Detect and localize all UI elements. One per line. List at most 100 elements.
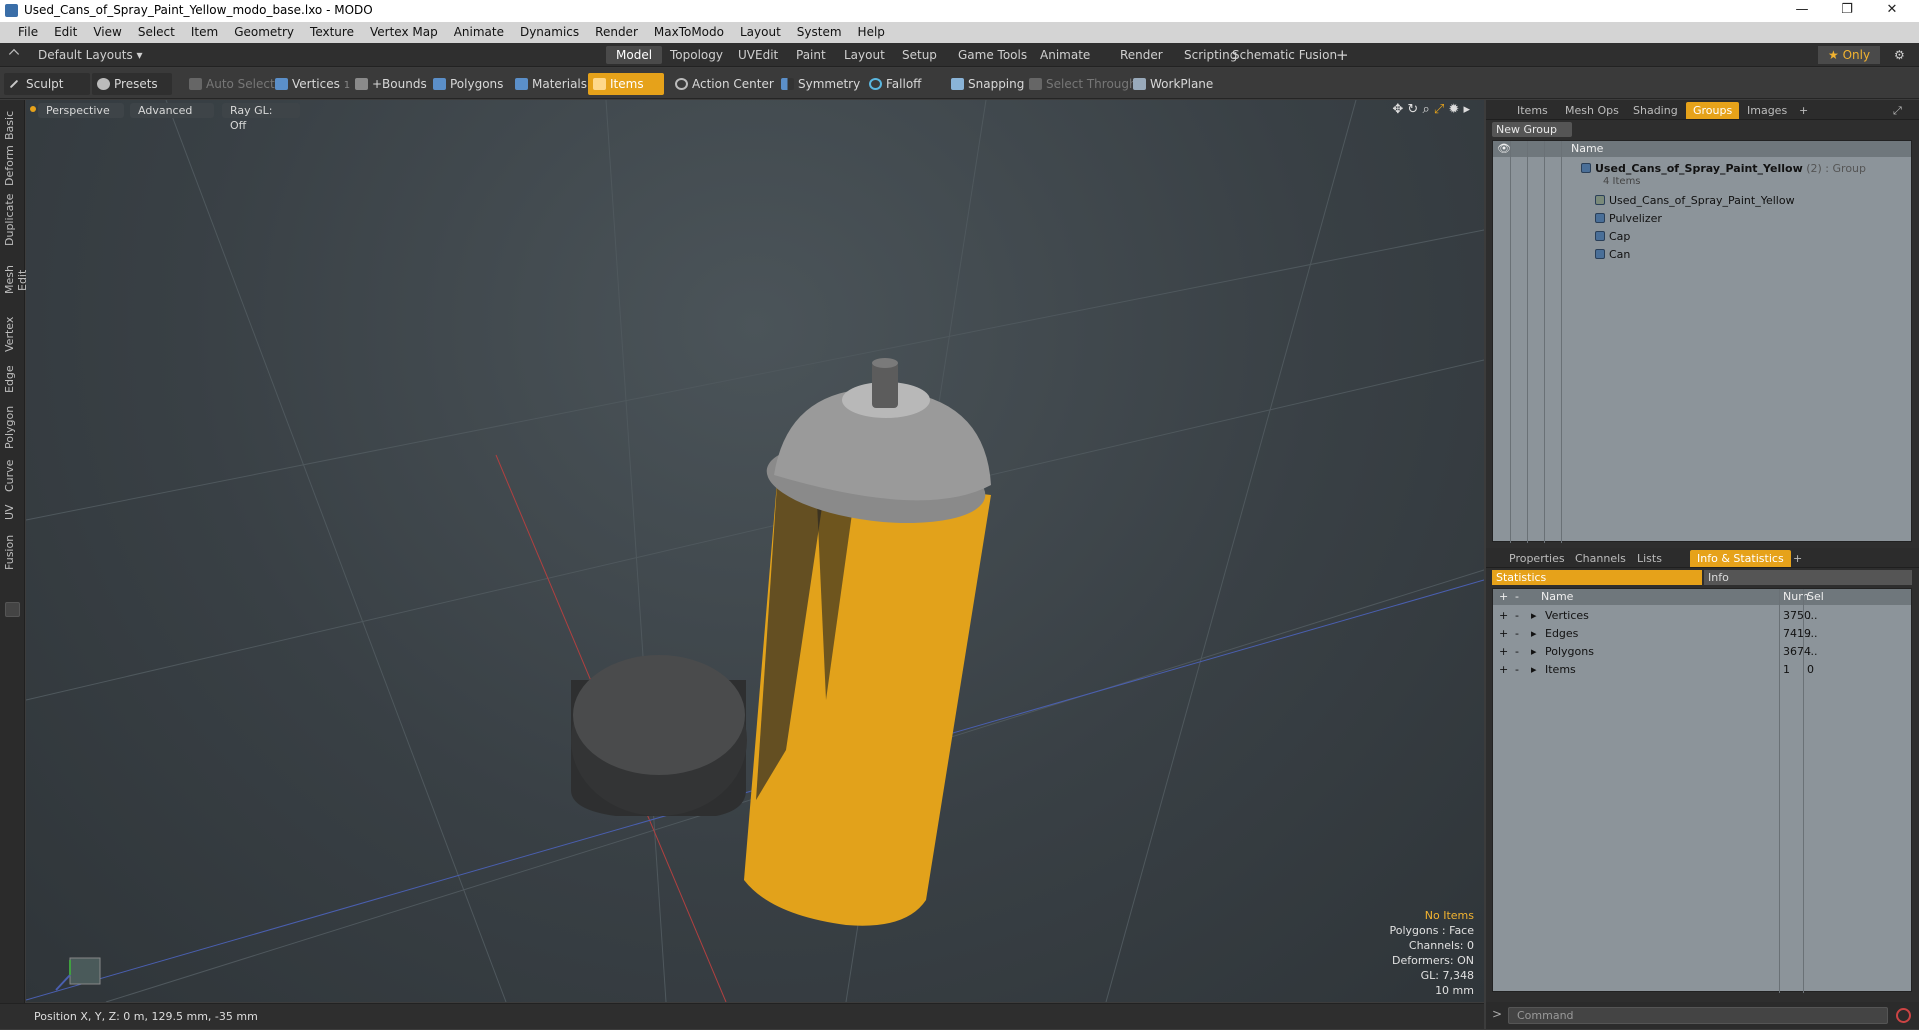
materials-button[interactable]: Materials: [510, 73, 593, 95]
tab-deform[interactable]: Deform: [3, 145, 22, 186]
command-input[interactable]: Command: [1508, 1007, 1888, 1024]
expand-arrow-icon[interactable]: ▸: [1463, 102, 1470, 117]
perspective-dropdown[interactable]: Perspective: [38, 103, 124, 118]
symmetry-button[interactable]: Symmetry: [776, 73, 866, 95]
ray-gl-toggle[interactable]: Ray GL: Off: [222, 103, 300, 132]
menu-item[interactable]: Item: [183, 22, 226, 43]
menu-vertex-map[interactable]: Vertex Map: [362, 22, 446, 43]
minimize-button[interactable]: —: [1780, 0, 1824, 22]
add-tab-icon[interactable]: +: [1792, 102, 1815, 119]
new-group-button[interactable]: New Group: [1492, 122, 1572, 137]
add-tab-icon[interactable]: +: [1786, 550, 1809, 567]
can-mesh: [744, 358, 991, 926]
workplane-button[interactable]: WorkPlane: [1128, 73, 1219, 95]
gear-icon[interactable]: ⚙: [1884, 46, 1915, 64]
auto-select-button[interactable]: Auto Select: [184, 73, 281, 95]
action-center-button[interactable]: Action Center: [670, 73, 780, 95]
collapse-all-icon[interactable]: -: [1515, 589, 1519, 605]
tab-shading[interactable]: Shading: [1626, 102, 1685, 119]
tab-topology[interactable]: Topology: [660, 46, 733, 64]
menu-animate[interactable]: Animate: [446, 22, 512, 43]
advanced-dropdown[interactable]: Advanced: [130, 103, 214, 118]
table-row[interactable]: + - ▸ Edges 7419...: [1493, 625, 1911, 643]
table-row[interactable]: + - ▸ Polygons 3674...: [1493, 643, 1911, 661]
tab-paint[interactable]: Paint: [786, 46, 836, 64]
tab-render[interactable]: Render: [1110, 46, 1173, 64]
tab-info-statistics[interactable]: Info & Statistics: [1690, 550, 1791, 567]
menu-edit[interactable]: Edit: [46, 22, 85, 43]
menu-render[interactable]: Render: [587, 22, 646, 43]
tab-lists[interactable]: Lists: [1630, 550, 1669, 567]
menu-maxtomodo[interactable]: MaxToModo: [646, 22, 732, 43]
table-row[interactable]: + - ▸ Vertices 3750...: [1493, 607, 1911, 625]
tab-model[interactable]: Model: [606, 46, 663, 64]
fit-icon[interactable]: ⤢: [1434, 102, 1444, 117]
tab-animate[interactable]: Animate: [1030, 46, 1100, 64]
tab-uvedit[interactable]: UVEdit: [728, 46, 788, 64]
zoom-icon[interactable]: ⌕: [1422, 102, 1429, 117]
tab-fusion[interactable]: Fusion: [3, 532, 22, 572]
sculpt-button[interactable]: Sculpt: [4, 73, 90, 95]
collapse-icon[interactable]: [8, 48, 20, 60]
tab-layout[interactable]: Layout: [834, 46, 895, 64]
items-button[interactable]: Items: [588, 73, 664, 95]
mesh-icon: [1595, 231, 1605, 241]
table-row[interactable]: + - ▸ Items 1 0: [1493, 661, 1911, 679]
tab-setup[interactable]: Setup: [892, 46, 947, 64]
tab-game-tools[interactable]: Game Tools: [948, 46, 1037, 64]
select-through-button[interactable]: Select Through: [1024, 73, 1143, 95]
menu-view[interactable]: View: [85, 22, 129, 43]
menu-texture[interactable]: Texture: [302, 22, 362, 43]
only-toggle[interactable]: ★ Only: [1818, 46, 1881, 64]
tree-item-pulvelizer[interactable]: Pulvelizer: [1595, 211, 1662, 227]
tree-item-can[interactable]: Can: [1595, 247, 1630, 263]
record-icon[interactable]: [1896, 1008, 1911, 1023]
panel-expand-icon[interactable]: ⤢: [1886, 102, 1909, 119]
tab-properties[interactable]: Properties: [1502, 550, 1572, 567]
bounds-button[interactable]: +Bounds: [350, 73, 433, 95]
tab-vertex[interactable]: Vertex: [3, 314, 22, 354]
viewport-menu-icon[interactable]: [30, 106, 36, 112]
3d-viewport[interactable]: Perspective Advanced Ray GL: Off ✥ ↻ ⌕ ⤢…: [26, 100, 1484, 1002]
tab-curve[interactable]: Curve: [3, 458, 22, 494]
tab-channels[interactable]: Channels: [1568, 550, 1633, 567]
tab-items[interactable]: Items: [1510, 102, 1555, 119]
expand-all-icon[interactable]: +: [1499, 589, 1508, 605]
close-button[interactable]: ✕: [1870, 0, 1914, 22]
viewport-settings-icon[interactable]: ✹: [1448, 102, 1459, 117]
layouts-dropdown[interactable]: Default Layouts ▾: [28, 46, 153, 64]
strip-toggle-button[interactable]: [5, 602, 20, 617]
vertices-icon: [275, 78, 288, 90]
tab-mesh-edit[interactable]: Mesh Edit: [3, 254, 29, 306]
polygons-button[interactable]: Polygons: [428, 73, 509, 95]
tab-mesh-ops[interactable]: Mesh Ops: [1558, 102, 1626, 119]
tab-basic[interactable]: Basic: [3, 108, 22, 142]
menu-file[interactable]: File: [10, 22, 46, 43]
tree-item-cap[interactable]: Cap: [1595, 229, 1630, 245]
tab-images[interactable]: Images: [1740, 102, 1794, 119]
menu-dynamics[interactable]: Dynamics: [512, 22, 587, 43]
tree-item-locator[interactable]: Used_Cans_of_Spray_Paint_Yellow: [1595, 193, 1795, 209]
snapping-button[interactable]: Snapping: [946, 73, 1030, 95]
menu-help[interactable]: Help: [850, 22, 893, 43]
presets-button[interactable]: Presets F6: [92, 73, 172, 113]
locator-icon: [1595, 195, 1605, 205]
tab-duplicate[interactable]: Duplicate: [3, 194, 22, 246]
pan-icon[interactable]: ✥: [1392, 102, 1403, 117]
falloff-button[interactable]: Falloff: [864, 73, 927, 95]
subtab-statistics[interactable]: Statistics: [1492, 570, 1702, 585]
tab-edge[interactable]: Edge: [3, 362, 22, 396]
maximize-button[interactable]: ❐: [1825, 0, 1869, 22]
menu-system[interactable]: System: [789, 22, 850, 43]
tab-uv[interactable]: UV: [3, 500, 22, 524]
rotate-icon[interactable]: ↻: [1407, 102, 1418, 117]
viewport-info-overlay: No Items Polygons : Face Channels: 0 Def…: [1389, 908, 1474, 998]
add-layout-icon[interactable]: +: [1326, 46, 1359, 64]
subtab-info[interactable]: Info: [1704, 570, 1912, 585]
menu-select[interactable]: Select: [130, 22, 183, 43]
menu-layout[interactable]: Layout: [732, 22, 789, 43]
menu-geometry[interactable]: Geometry: [226, 22, 302, 43]
vertices-button[interactable]: Vertices 1: [270, 73, 356, 95]
tab-polygon[interactable]: Polygon: [3, 404, 22, 450]
tab-groups[interactable]: Groups: [1686, 102, 1740, 119]
